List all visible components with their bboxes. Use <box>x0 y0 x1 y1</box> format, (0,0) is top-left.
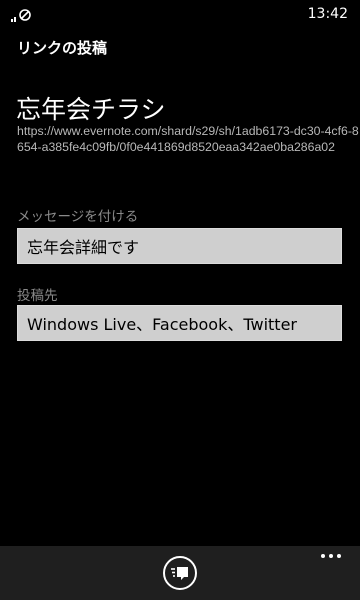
signal-off-icon <box>11 9 31 22</box>
status-time: 13:42 <box>307 6 348 22</box>
link-url: https://www.evernote.com/shard/s29/sh/1a… <box>17 124 359 154</box>
link-title: 忘年会チラシ <box>16 95 166 124</box>
app-bar <box>0 546 360 600</box>
message-input[interactable]: 忘年会詳細です <box>17 228 342 264</box>
status-bar: 13:42 <box>0 0 360 30</box>
more-dots-icon[interactable] <box>320 552 342 560</box>
message-label: メッセージを付ける <box>17 209 139 225</box>
page-title: リンクの投稿 <box>17 39 108 57</box>
post-target-label: 投稿先 <box>17 288 58 304</box>
message-input-value: 忘年会詳細です <box>27 238 140 257</box>
post-target-select[interactable]: Windows Live、Facebook、Twitter <box>17 305 342 341</box>
post-message-icon[interactable] <box>162 555 198 591</box>
post-target-value: Windows Live、Facebook、Twitter <box>27 315 297 334</box>
